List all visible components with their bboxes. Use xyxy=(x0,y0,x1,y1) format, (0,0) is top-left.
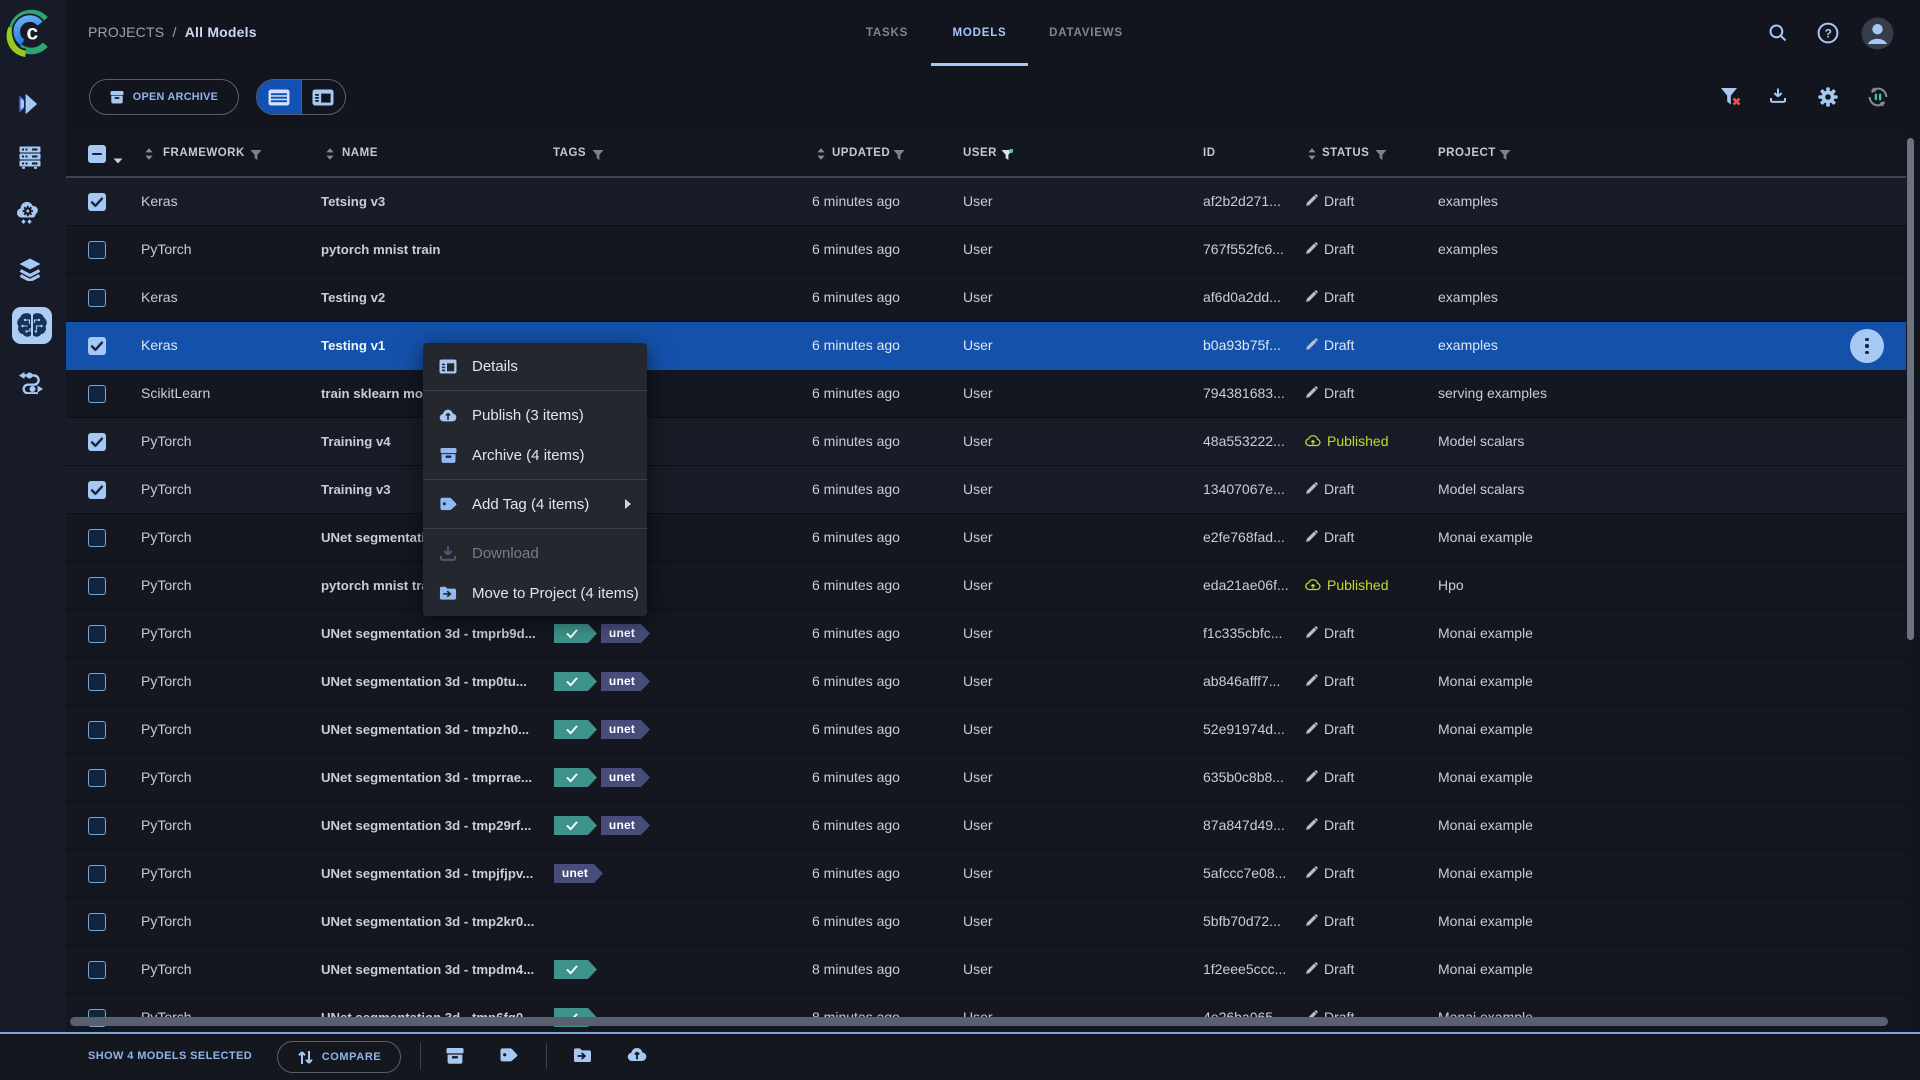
svg-text:?: ? xyxy=(1825,26,1832,40)
svg-text:c: c xyxy=(27,22,39,45)
